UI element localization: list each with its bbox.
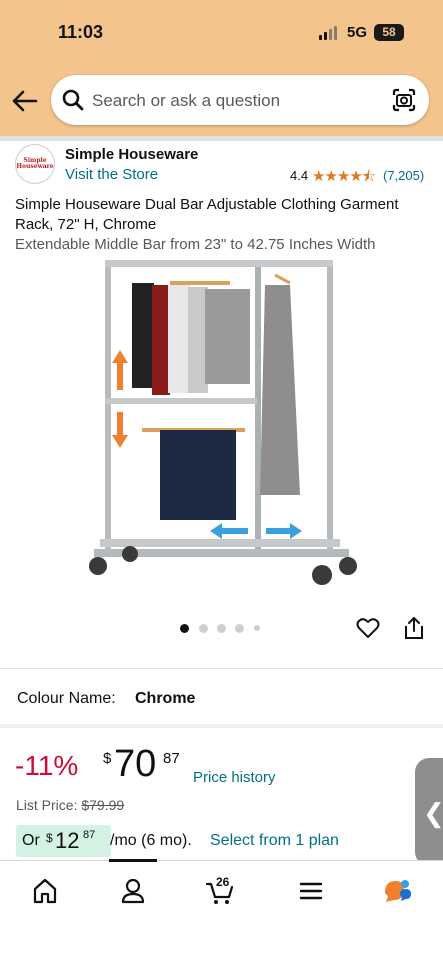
rufus-icon[interactable] xyxy=(382,876,412,906)
installment-whole: 12 xyxy=(55,828,80,853)
search-icon xyxy=(62,89,84,111)
active-tab-indicator xyxy=(109,859,157,862)
share-icon[interactable] xyxy=(403,616,425,640)
price-history-link[interactable]: Price history xyxy=(193,769,276,786)
product-subtitle: Extendable Middle Bar from 23" to 42.75 … xyxy=(15,236,376,253)
camera-lens-icon[interactable] xyxy=(391,87,417,113)
installment-fraction: 87 xyxy=(83,829,96,841)
product-title: Simple Houseware Dual Bar Adjustable Clo… xyxy=(15,196,399,233)
colour-value: Chrome xyxy=(135,690,196,707)
price-whole: 70 xyxy=(114,743,157,785)
select-plan-link[interactable]: Select from 1 plan xyxy=(210,832,339,850)
visit-store-link[interactable]: Visit the Store xyxy=(65,166,158,183)
installment-term: /mo (6 mo). xyxy=(110,832,192,849)
section-divider xyxy=(0,724,443,728)
cart-count-badge: 26 xyxy=(216,875,230,889)
signal-icon xyxy=(319,26,337,40)
battery-indicator: 58 xyxy=(374,24,404,41)
list-price-label: List Price: xyxy=(16,797,78,813)
network-type: 5G xyxy=(347,24,368,41)
rating-count-link[interactable]: (7,205) xyxy=(383,168,424,183)
installment-prefix: Or xyxy=(22,832,40,849)
discount-percent: -11% xyxy=(15,750,79,781)
side-panel-tab[interactable]: ❮ xyxy=(415,758,443,866)
brand-name: Simple Houseware xyxy=(65,146,199,163)
list-price-value: $79.99 xyxy=(81,797,125,813)
rating-value: 4.4 xyxy=(290,168,309,183)
account-icon[interactable] xyxy=(118,876,148,906)
heart-icon[interactable] xyxy=(356,617,380,639)
list-price: List Price: $79.99 xyxy=(16,797,124,813)
section-divider xyxy=(0,136,443,141)
menu-icon[interactable] xyxy=(296,876,326,906)
carousel-dot[interactable] xyxy=(217,624,226,633)
image-carousel-dots xyxy=(180,624,270,634)
status-time: 11:03 xyxy=(58,22,104,42)
chevron-left-icon: ❮ xyxy=(423,798,443,828)
price-fraction: 87 xyxy=(163,750,180,767)
back-arrow-icon[interactable] xyxy=(12,90,38,112)
brand-logo[interactable]: Simple Houseware xyxy=(15,144,55,184)
carousel-dot[interactable] xyxy=(199,624,208,633)
section-divider xyxy=(0,668,443,669)
installment-currency: $ xyxy=(46,831,53,845)
brand-logo-text: Simple Houseware xyxy=(16,157,54,170)
home-icon[interactable] xyxy=(30,876,60,906)
carousel-dot[interactable] xyxy=(235,624,244,633)
carousel-dot[interactable] xyxy=(180,624,189,633)
product-image[interactable] xyxy=(80,255,365,595)
carousel-dot[interactable] xyxy=(254,625,260,631)
search-placeholder[interactable]: Search or ask a question xyxy=(92,91,280,111)
price-currency: $ xyxy=(103,750,112,767)
star-rating-icon[interactable]: ★★★★⯪ xyxy=(312,166,376,191)
colour-label: Colour Name: xyxy=(17,690,116,707)
